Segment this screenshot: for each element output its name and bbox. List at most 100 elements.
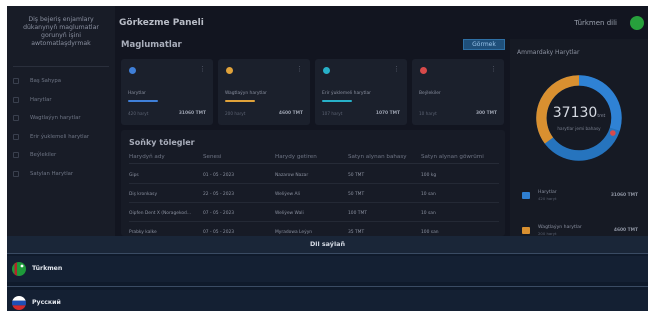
sidebar-item-home[interactable]: Baş Sahypa (7, 72, 115, 91)
sidebar-item-label: Satylan Harytlar (30, 170, 74, 177)
brand-text: Diş bejeriş enjamlary dükanynyň maglumat… (23, 16, 99, 47)
card-upload[interactable]: ⋮ Erir ýuklemeli harytlar 107 haryt 1070… (315, 59, 407, 125)
table-row[interactable]: Diş kronkasy 22 - 05 - 2023 Weliýew Ali … (129, 185, 499, 203)
turkmenistan-flag-icon (12, 262, 26, 276)
language-option-label: Русский (32, 299, 61, 306)
table-cell: Diş kronkasy (129, 192, 158, 197)
column-header: Senesi (203, 154, 222, 160)
clock-icon (226, 67, 233, 74)
language-option-turkmen[interactable]: Türkmen (7, 256, 648, 282)
app-window: Diş bejeriş enjamlary dükanynyň maglumat… (7, 6, 648, 311)
column-header: Harydyň ady (129, 154, 165, 160)
sidebar-item-others[interactable]: Beýlekiler (7, 146, 115, 165)
page-title: Görkezme Paneli (119, 18, 204, 28)
donut-segment-products-lower (544, 127, 620, 161)
card-total: 31060 TMT (178, 111, 206, 116)
show-button[interactable]: Görmek (463, 39, 505, 50)
clock-icon (522, 227, 530, 234)
sidebar-item-label: Harytlar (30, 96, 52, 103)
sidebar-item-label: Wagtlaýyn harytlar (30, 115, 81, 122)
stock-title: Ammardaky Harytlar (517, 49, 580, 56)
table-cell: 07 - 05 - 2023 (203, 211, 235, 216)
table-cell: 10 san (421, 192, 436, 197)
table-cell: 01 - 05 - 2023 (203, 173, 235, 178)
column-header: Satyn alynan bahasy (348, 154, 407, 160)
donut-segment-others (610, 130, 616, 136)
sidebar-item-sold[interactable]: Satylan Harytlar (7, 165, 115, 184)
language-sheet-title: Dil saýlaň (7, 236, 648, 254)
legend-name: Wagtlaýyn harytlar (538, 225, 582, 230)
sidebar: Diş bejeriş enjamlary dükanynyň maglumat… (7, 6, 115, 236)
table-cell: Gips (129, 173, 139, 178)
stock-unit: tmt (597, 114, 606, 119)
sidebar-nav: Baş Sahypa Harytlar Wagtlaýyn harytlar E… (7, 72, 115, 183)
table-cell: 100 TMT (348, 211, 367, 216)
russia-flag-icon (12, 296, 26, 310)
table-cell: Weliýew Wali (275, 211, 304, 216)
table-cell: 50 TMT (348, 173, 365, 178)
table-cell: 50 TMT (348, 192, 365, 197)
table-cell: Weliýew Ali (275, 192, 300, 197)
language-button[interactable]: Türkmen dili (574, 19, 617, 27)
info-header: Maglumatlar Görmek (121, 39, 505, 55)
card-bar (128, 100, 158, 102)
turkmenistan-flag-icon[interactable] (630, 16, 644, 30)
legend-name: Harytlar (538, 190, 557, 195)
sidebar-item-temporary[interactable]: Wagtlaýyn harytlar (7, 109, 115, 128)
card-total: 4600 TMT (278, 111, 303, 116)
cart-icon (13, 170, 19, 177)
card-bar (322, 100, 352, 102)
sidebar-item-label: Erir ýuklemeli harytlar (30, 133, 90, 140)
upload-icon (13, 133, 19, 140)
stock-subtitle: harytlar jemi bahasy (557, 126, 601, 131)
card-total: 1070 TMT (375, 111, 400, 116)
more-icon[interactable]: ⋮ (490, 65, 497, 73)
table-cell: Oipfen Dent X (Noragekod... (129, 211, 191, 216)
box-icon (522, 192, 530, 199)
table-cell: 07 - 05 - 2023 (203, 230, 235, 235)
table-row[interactable]: Gips 01 - 05 - 2023 Nazarow Nazar 50 TMT… (129, 166, 499, 184)
column-header: Satyn alynan göwrümi (421, 154, 484, 160)
info-title: Maglumatlar (121, 40, 182, 50)
language-option-russian[interactable]: Русский (7, 290, 648, 311)
card-name: Beýlekiler (419, 91, 441, 96)
table-cell: Prabky kalke (129, 230, 157, 235)
sidebar-item-label: Baş Sahypa (30, 78, 62, 85)
legend-item-products[interactable]: Harytlar 420 haryt 31060 TMT (522, 189, 644, 203)
box-icon (13, 96, 19, 103)
header: Görkezme Paneli Türkmen dili (119, 15, 648, 33)
more-icon[interactable]: ⋮ (296, 65, 303, 73)
sidebar-item-upload[interactable]: Erir ýuklemeli harytlar (7, 128, 115, 147)
table-cell: 22 - 05 - 2023 (203, 192, 235, 197)
card-products[interactable]: ⋮ Harytlar 420 haryt 31060 TMT (121, 59, 213, 125)
more-icon[interactable]: ⋮ (393, 65, 400, 73)
card-temporary[interactable]: ⋮ Wagtlaýyn harytlar 200 haryt 4600 TMT (218, 59, 310, 125)
card-name: Erir ýuklemeli harytlar (322, 91, 371, 96)
card-count: 10 haryt (419, 111, 437, 116)
upload-icon (323, 67, 330, 74)
card-others[interactable]: ⋮ Beýlekiler 10 haryt 300 TMT (412, 59, 504, 125)
legend-total: 31060 TMT (610, 193, 638, 198)
column-header: Harydy getiren (275, 154, 317, 160)
card-count: 107 haryt (322, 111, 343, 116)
box-icon (129, 67, 136, 74)
more-icon[interactable]: ⋮ (199, 65, 206, 73)
card-total: 300 TMT (475, 111, 497, 116)
table-cell: 100 san (421, 230, 439, 235)
sidebar-item-products[interactable]: Harytlar (7, 91, 115, 110)
table-cell: 35 TMT (348, 230, 365, 235)
card-name: Wagtlaýyn harytlar (225, 91, 267, 96)
divider (7, 286, 648, 287)
card-bar (225, 100, 255, 102)
legend-count: 420 haryt (538, 196, 557, 201)
language-option-label: Türkmen (32, 265, 63, 272)
home-icon (13, 78, 19, 85)
card-count: 420 haryt (128, 111, 149, 116)
card-count: 200 haryt (225, 111, 246, 116)
sidebar-item-label: Beýlekiler (30, 152, 57, 159)
info-cards: ⋮ Harytlar 420 haryt 31060 TMT ⋮ Wagtlaý… (121, 59, 505, 125)
legend-total: 4600 TMT (613, 228, 638, 233)
recent-payments-title: Soňky tölegler (129, 138, 195, 147)
table-row[interactable]: Oipfen Dent X (Noragekod... 07 - 05 - 20… (129, 204, 499, 222)
grid-icon (420, 67, 427, 74)
